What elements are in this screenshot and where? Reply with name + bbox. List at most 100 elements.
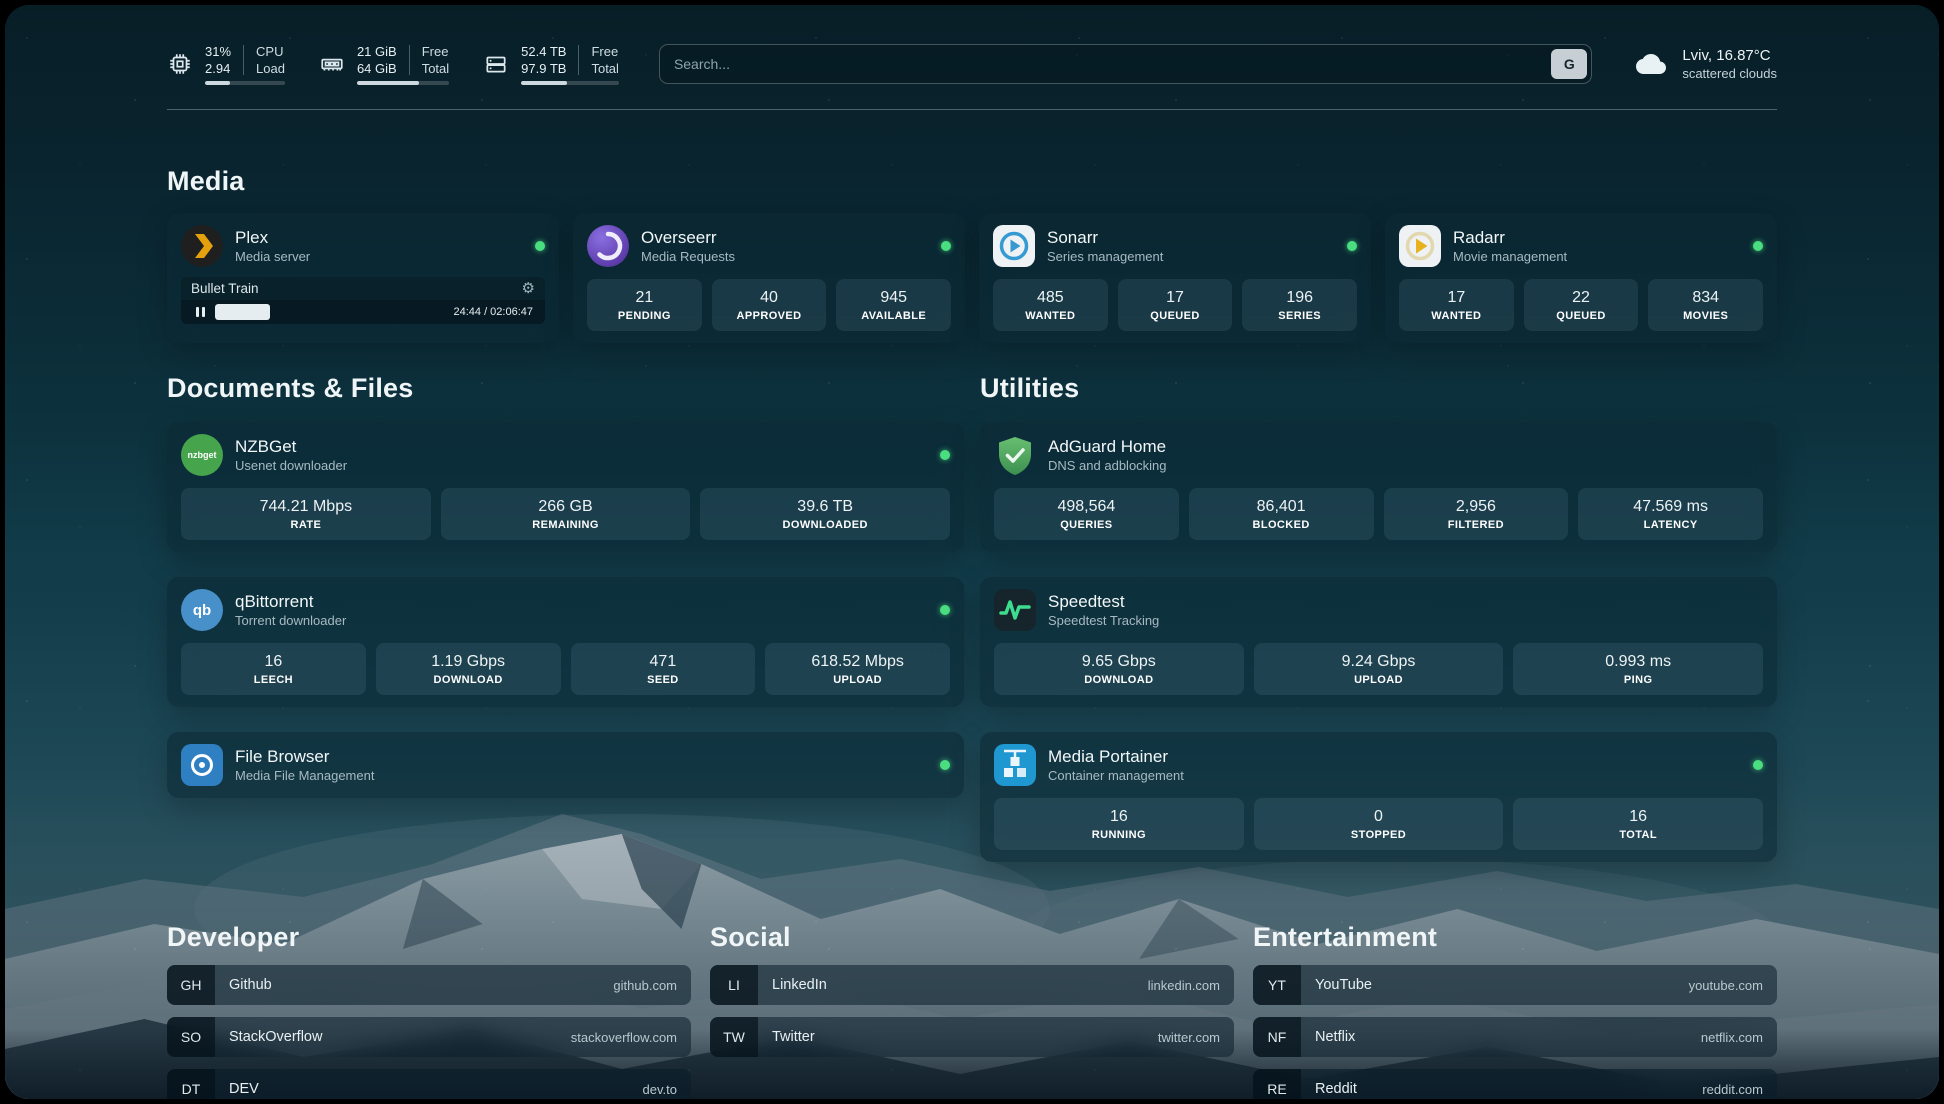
disk-free-value: 52.4 TB (521, 43, 566, 60)
stat-label: APPROVED (718, 310, 821, 322)
section-utilities: Utilities (980, 373, 1777, 862)
bookmark-linkedin[interactable]: LI LinkedIn linkedin.com (710, 965, 1234, 1005)
app-subtitle: Usenet downloader (235, 457, 347, 474)
app-name: Overseerr (641, 227, 735, 248)
stat-value: 0 (1260, 807, 1498, 827)
section-title-social: Social (710, 922, 1234, 953)
pause-icon[interactable] (185, 304, 215, 320)
stat-value: 39.6 TB (706, 497, 944, 517)
stat-value: 86,401 (1195, 497, 1368, 517)
cpu-load-value: 2.94 (205, 60, 231, 77)
bookmark-reddit[interactable]: RE Reddit reddit.com (1253, 1069, 1777, 1099)
app-card-speedtest[interactable]: Speedtest Speedtest Tracking 9.65 Gbps D… (980, 577, 1777, 707)
bookmark-github[interactable]: GH Github github.com (167, 965, 691, 1005)
status-dot (1347, 241, 1357, 251)
app-name: Media Portainer (1048, 746, 1184, 767)
qbittorrent-icon: qb (181, 589, 223, 631)
disk-values: 52.4 TB 97.9 TB (521, 43, 566, 77)
disk-usage-bar (521, 81, 619, 85)
status-dot (940, 760, 950, 770)
bookmark-dev[interactable]: DT DEV dev.to (167, 1069, 691, 1099)
app-subtitle: Container management (1048, 767, 1184, 784)
search-provider-button[interactable]: G (1551, 49, 1587, 79)
cpu-chip-icon (167, 51, 193, 77)
cpu-labels: CPU Load (256, 43, 285, 77)
stat-value: 0.993 ms (1519, 652, 1757, 672)
bookmark-abbr: SO (167, 1017, 215, 1057)
app-name: Radarr (1453, 227, 1567, 248)
cpu-widget: 31% 2.94 CPU Load (167, 43, 285, 85)
app-name: qBittorrent (235, 591, 346, 612)
stat-value: 744.21 Mbps (187, 497, 425, 517)
disk-label: Free (591, 43, 618, 60)
stat-label: QUERIES (1000, 519, 1173, 531)
status-dot (940, 605, 950, 615)
app-card-file-browser[interactable]: File Browser Media File Management (167, 732, 964, 798)
overseerr-icon (587, 225, 629, 267)
bookmark-youtube[interactable]: YT YouTube youtube.com (1253, 965, 1777, 1005)
stat-value: 2,956 (1390, 497, 1563, 517)
bookmark-stackoverflow[interactable]: SO StackOverflow stackoverflow.com (167, 1017, 691, 1057)
section-developer: Developer GH Github github.com SO StackO… (167, 922, 691, 1099)
stat-label: DOWNLOAD (1000, 674, 1238, 686)
stat-box: 16 RUNNING (994, 798, 1244, 850)
stat-box: 16 LEECH (181, 643, 366, 695)
search-input[interactable] (660, 48, 1551, 80)
memory-icon (319, 51, 345, 77)
app-card-sonarr[interactable]: Sonarr Series management 485 WANTED 17 Q… (979, 213, 1371, 343)
stat-box: 498,564 QUERIES (994, 488, 1179, 540)
app-subtitle: Media File Management (235, 767, 374, 784)
app-name: AdGuard Home (1048, 436, 1167, 457)
weather-condition: scattered clouds (1682, 65, 1777, 82)
bookmark-name: YouTube (1315, 977, 1372, 993)
memory-sublabel: Total (422, 60, 449, 77)
bookmark-twitter[interactable]: TW Twitter twitter.com (710, 1017, 1234, 1057)
weather-widget[interactable]: Lviv, 16.87°C scattered clouds (1632, 46, 1777, 82)
app-card-adguard-home[interactable]: AdGuard Home DNS and adblocking 498,564 … (980, 422, 1777, 552)
weather-location: Lviv, 16.87°C (1682, 46, 1777, 65)
stat-label: UPLOAD (1260, 674, 1498, 686)
cloud-icon (1632, 49, 1670, 79)
gear-icon[interactable]: ⚙ (522, 281, 535, 296)
stat-label: WANTED (999, 310, 1102, 322)
stat-label: MOVIES (1654, 310, 1757, 322)
app-card-portainer[interactable]: Media Portainer Container management 16 … (980, 732, 1777, 862)
bookmark-netflix[interactable]: NF Netflix netflix.com (1253, 1017, 1777, 1057)
qbittorrent-icon-text: qb (193, 602, 211, 619)
memory-label: Free (422, 43, 449, 60)
stat-box: 2,956 FILTERED (1384, 488, 1569, 540)
adguard-shield-icon (994, 434, 1036, 476)
bookmark-url: linkedin.com (1148, 978, 1220, 993)
playback-bar: 24:44 / 02:06:47 (181, 300, 545, 324)
app-card-overseerr[interactable]: Overseerr Media Requests 21 PENDING 40 A… (573, 213, 965, 343)
stat-label: REMAINING (447, 519, 685, 531)
app-card-qbittorrent[interactable]: qb qBittorrent Torrent downloader 16 (167, 577, 964, 707)
memory-total-value: 64 GiB (357, 60, 397, 77)
app-name: Speedtest (1048, 591, 1159, 612)
stat-value: 22 (1530, 288, 1633, 308)
stat-box: 266 GB REMAINING (441, 488, 691, 540)
app-card-nzbget[interactable]: nzbget NZBGet Usenet downloader 744.21 M… (167, 422, 964, 552)
section-media: Plex Media server Bullet Train ⚙ 24: (167, 213, 1777, 343)
playback-progress-track[interactable]: 24:44 / 02:06:47 (215, 304, 541, 320)
app-card-radarr[interactable]: Radarr Movie management 17 WANTED 22 QUE… (1385, 213, 1777, 343)
bookmark-name: StackOverflow (229, 1029, 322, 1045)
app-card-plex[interactable]: Plex Media server Bullet Train ⚙ 24: (167, 213, 559, 343)
disk-labels: Free Total (591, 43, 618, 77)
stat-value: 9.65 Gbps (1000, 652, 1238, 672)
stat-box: 0 STOPPED (1254, 798, 1504, 850)
top-bar: 31% 2.94 CPU Load (167, 31, 1777, 97)
app-subtitle: Torrent downloader (235, 612, 346, 629)
bookmark-abbr: LI (710, 965, 758, 1005)
stat-value: 471 (577, 652, 750, 672)
stat-label: LEECH (187, 674, 360, 686)
disk-icon (483, 51, 509, 77)
stat-label: DOWNLOAD (382, 674, 555, 686)
stat-box: 17 QUEUED (1118, 279, 1233, 331)
bookmark-url: reddit.com (1702, 1082, 1763, 1097)
plex-icon (181, 225, 223, 267)
bookmark-url: dev.to (643, 1082, 677, 1097)
bookmark-abbr: NF (1253, 1017, 1301, 1057)
stat-label: STOPPED (1260, 829, 1498, 841)
divider (409, 45, 410, 75)
